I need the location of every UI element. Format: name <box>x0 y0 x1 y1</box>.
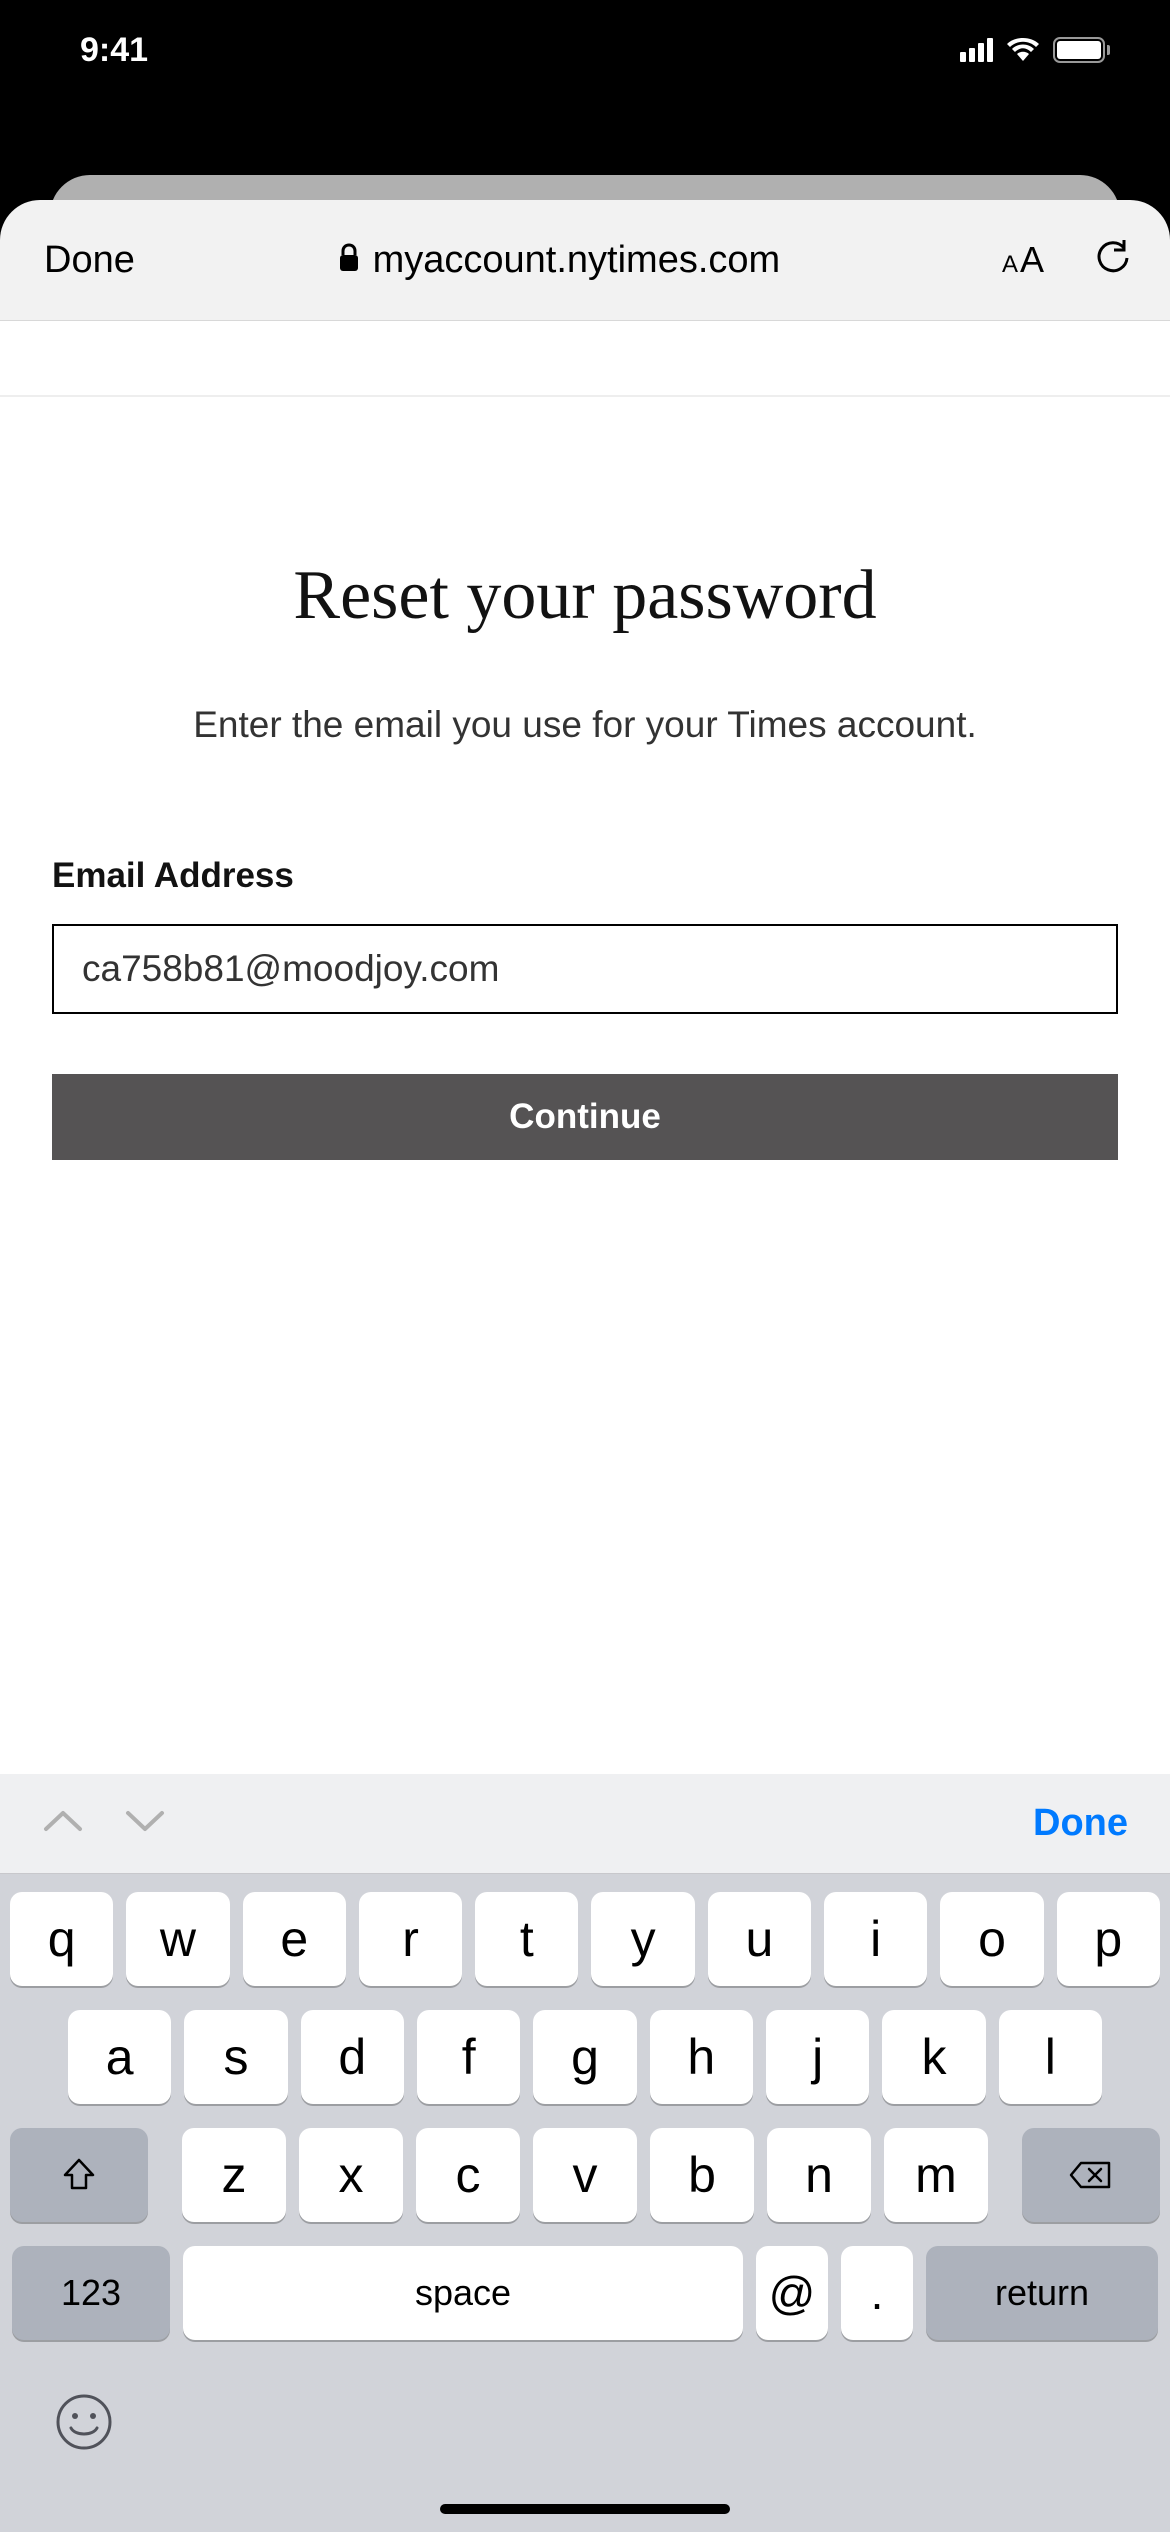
keyboard: Done qwertyuiop asdfghjkl zxcvbnm 123 sp… <box>0 1774 1170 2532</box>
key-y[interactable]: y <box>591 1892 694 1986</box>
key-x[interactable]: x <box>299 2128 403 2222</box>
page-title: Reset your password <box>52 557 1118 634</box>
keyboard-done-button[interactable]: Done <box>1033 1802 1128 1845</box>
backspace-key[interactable] <box>1022 2128 1160 2222</box>
battery-icon <box>1053 37 1110 63</box>
emoji-button[interactable] <box>54 2392 114 2457</box>
key-g[interactable]: g <box>533 2010 636 2104</box>
browser-sheet: Done myaccount.nytimes.com AA Reset your… <box>0 200 1170 1932</box>
key-k[interactable]: k <box>882 2010 985 2104</box>
status-icons <box>960 35 1110 66</box>
key-m[interactable]: m <box>884 2128 988 2222</box>
keyboard-toolbar: Done <box>0 1774 1170 1874</box>
reader-text-size-button[interactable]: AA <box>1002 239 1044 281</box>
status-time: 9:41 <box>80 31 148 70</box>
status-bar: 9:41 <box>0 0 1170 100</box>
key-r[interactable]: r <box>359 1892 462 1986</box>
key-l[interactable]: l <box>999 2010 1102 2104</box>
key-n[interactable]: n <box>767 2128 871 2222</box>
key-p[interactable]: p <box>1057 1892 1160 1986</box>
key-v[interactable]: v <box>533 2128 637 2222</box>
browser-toolbar: Done myaccount.nytimes.com AA <box>0 200 1170 320</box>
key-s[interactable]: s <box>184 2010 287 2104</box>
space-key[interactable]: space <box>183 2246 743 2340</box>
done-button[interactable]: Done <box>44 239 135 282</box>
keyboard-next-icon[interactable] <box>124 1807 166 1840</box>
key-z[interactable]: z <box>182 2128 286 2222</box>
key-j[interactable]: j <box>766 2010 869 2104</box>
email-field[interactable] <box>52 924 1118 1014</box>
cellular-signal-icon <box>960 38 993 62</box>
key-o[interactable]: o <box>940 1892 1043 1986</box>
keyboard-nav <box>42 1807 166 1840</box>
dot-key[interactable]: . <box>841 2246 913 2340</box>
key-h[interactable]: h <box>650 2010 753 2104</box>
key-b[interactable]: b <box>650 2128 754 2222</box>
email-label: Email Address <box>52 856 1118 896</box>
url-text: myaccount.nytimes.com <box>373 239 781 282</box>
continue-button[interactable]: Continue <box>52 1074 1118 1160</box>
key-d[interactable]: d <box>301 2010 404 2104</box>
key-w[interactable]: w <box>126 1892 229 1986</box>
at-key[interactable]: @ <box>756 2246 828 2340</box>
key-e[interactable]: e <box>243 1892 346 1986</box>
refresh-button[interactable] <box>1094 238 1132 283</box>
page-subtitle: Enter the email you use for your Times a… <box>52 704 1118 746</box>
key-t[interactable]: t <box>475 1892 578 1986</box>
key-c[interactable]: c <box>416 2128 520 2222</box>
return-key[interactable]: return <box>926 2246 1158 2340</box>
key-q[interactable]: q <box>10 1892 113 1986</box>
address-bar[interactable]: myaccount.nytimes.com <box>165 239 952 282</box>
home-indicator[interactable] <box>440 2504 730 2514</box>
key-i[interactable]: i <box>824 1892 927 1986</box>
key-u[interactable]: u <box>708 1892 811 1986</box>
keyboard-prev-icon[interactable] <box>42 1807 84 1840</box>
key-f[interactable]: f <box>417 2010 520 2104</box>
shift-key[interactable] <box>10 2128 148 2222</box>
lock-icon <box>337 243 361 278</box>
wifi-icon <box>1005 35 1041 66</box>
key-a[interactable]: a <box>68 2010 171 2104</box>
numbers-key[interactable]: 123 <box>12 2246 170 2340</box>
web-page-content: Reset your password Enter the email you … <box>0 320 1170 1932</box>
